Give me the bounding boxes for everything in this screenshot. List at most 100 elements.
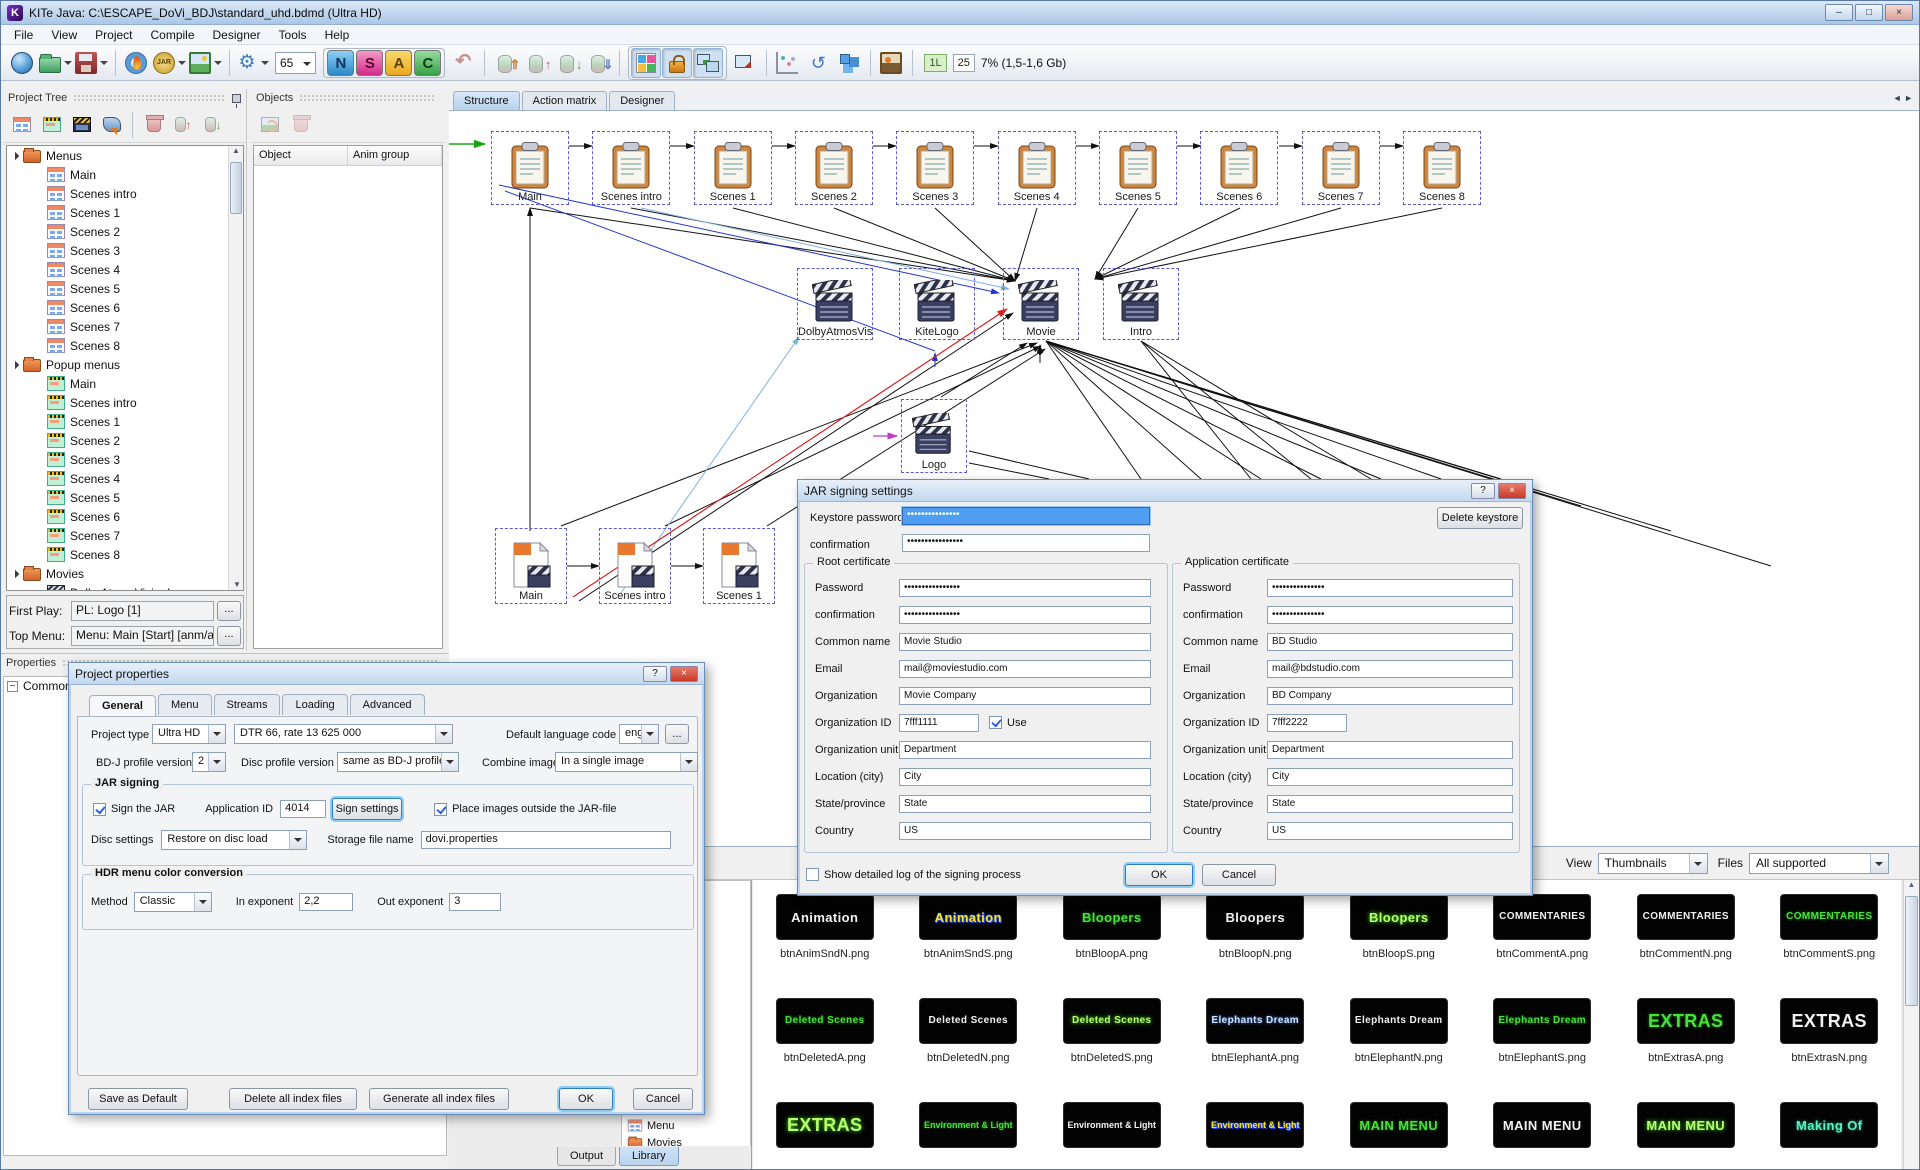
in-exponent-input[interactable]: 2,2 xyxy=(299,893,353,911)
logo-node[interactable]: Logo xyxy=(901,399,967,473)
button-image-thumbnail[interactable]: Making Of xyxy=(1780,1102,1878,1148)
menu-node[interactable]: Scenes intro xyxy=(592,131,670,205)
dialog-tab[interactable]: Streams xyxy=(214,694,281,715)
menu-node[interactable]: Scenes 1 xyxy=(694,131,772,205)
movie-node[interactable]: Movie xyxy=(1003,268,1079,340)
move-top-button[interactable]: ⇑ xyxy=(490,48,520,78)
side-list-item[interactable]: Movies xyxy=(622,1134,750,1146)
close-button[interactable]: × xyxy=(1885,4,1913,21)
menu-item[interactable]: Compile xyxy=(142,26,204,44)
dialog-tab[interactable]: Menu xyxy=(158,694,212,715)
menu-node[interactable]: Scenes 2 xyxy=(795,131,873,205)
move-item-down-button[interactable]: ↓ xyxy=(198,110,228,140)
files-filter-combo[interactable]: All supported xyxy=(1749,853,1889,874)
use-checkbox[interactable] xyxy=(989,716,1002,729)
tree-item[interactable]: Scenes 2 xyxy=(7,222,243,241)
state-letter-button[interactable]: N xyxy=(327,50,354,76)
minimize-button[interactable]: – xyxy=(1825,4,1853,21)
button-image-thumbnail[interactable]: Environment & Light xyxy=(1063,1102,1161,1148)
burn-disc-button[interactable] xyxy=(121,48,151,78)
library-item[interactable]: EXTRAS xyxy=(753,1088,897,1170)
field-input[interactable]: Department xyxy=(1267,741,1513,759)
field-input[interactable]: US xyxy=(1267,822,1513,840)
method-combo[interactable]: Classic xyxy=(134,892,212,912)
maximize-button[interactable]: □ xyxy=(1855,4,1883,21)
save-project-button[interactable] xyxy=(74,48,109,78)
pin-icon[interactable] xyxy=(232,94,241,103)
tree-item[interactable]: Scenes 1 xyxy=(7,203,243,222)
library-item[interactable]: Elephants Dream btnElephantS.png xyxy=(1471,984,1615,1088)
tree-item[interactable]: Scenes 8 xyxy=(7,545,243,564)
show-states-toggle[interactable] xyxy=(631,48,661,78)
view-mode-combo[interactable]: Thumbnails xyxy=(1598,853,1708,874)
link-objects-toggle[interactable] xyxy=(693,48,723,78)
help-button[interactable]: ? xyxy=(1471,483,1495,499)
side-list-item[interactable]: Menu xyxy=(622,1117,750,1134)
bdj-profile-combo[interactable]: 2 xyxy=(192,752,226,772)
button-image-thumbnail[interactable]: Bloopers xyxy=(1350,894,1448,940)
library-item[interactable]: Making Of xyxy=(1758,1088,1902,1170)
library-item[interactable]: Deleted Scenes btnDeletedS.png xyxy=(1040,984,1184,1088)
field-input[interactable]: City xyxy=(1267,768,1513,786)
state-letter-button[interactable]: C xyxy=(414,50,441,76)
background-image-button[interactable] xyxy=(876,48,906,78)
tree-item[interactable]: Scenes 8 xyxy=(7,336,243,355)
language-combo[interactable]: eng xyxy=(619,724,659,744)
menu-item[interactable]: Help xyxy=(316,26,359,44)
button-image-thumbnail[interactable]: Bloopers xyxy=(1063,894,1161,940)
popup-menu-node[interactable]: Scenes 1 xyxy=(703,528,775,604)
field-input[interactable]: US xyxy=(899,822,1151,840)
help-button[interactable]: ? xyxy=(643,666,667,682)
tree-item[interactable]: Scenes 7 xyxy=(7,526,243,545)
tree-item[interactable]: Main xyxy=(7,374,243,393)
disc-settings-combo[interactable]: Restore on disc load xyxy=(161,830,307,850)
delete-object-button[interactable] xyxy=(285,110,315,140)
popup-menu-node[interactable]: Main xyxy=(495,528,567,604)
canvas-tab[interactable]: Designer xyxy=(609,91,675,110)
button-image-thumbnail[interactable]: Deleted Scenes xyxy=(776,998,874,1044)
button-image-thumbnail[interactable]: COMMENTARIES xyxy=(1493,894,1591,940)
storage-file-input[interactable]: dovi.properties xyxy=(421,831,671,849)
tree-item[interactable]: Scenes 3 xyxy=(7,241,243,260)
add-movie-button[interactable] xyxy=(67,110,97,140)
language-more-button[interactable]: ... xyxy=(665,724,689,744)
button-image-thumbnail[interactable]: Elephants Dream xyxy=(1206,998,1304,1044)
lock-toggle[interactable] xyxy=(662,48,692,78)
tree-item[interactable]: Scenes 7 xyxy=(7,317,243,336)
tree-item[interactable]: Menus xyxy=(7,146,243,165)
dialog-close-button[interactable]: × xyxy=(670,666,698,682)
button-image-thumbnail[interactable]: EXTRAS xyxy=(1780,998,1878,1044)
sign-settings-button[interactable]: Sign settings xyxy=(332,798,402,820)
ok-button[interactable]: OK xyxy=(559,1088,613,1110)
add-popup-menu-button[interactable] xyxy=(37,110,67,140)
button-image-thumbnail[interactable]: MAIN MENU xyxy=(1637,1102,1735,1148)
field-input[interactable]: •••••••••••••••• xyxy=(899,579,1151,597)
menu-node[interactable]: Scenes 5 xyxy=(1099,131,1177,205)
build-jar-button[interactable]: JAR xyxy=(152,48,187,78)
button-image-thumbnail[interactable]: EXTRAS xyxy=(776,1102,874,1148)
library-item[interactable]: Environment & Light xyxy=(897,1088,1041,1170)
cancel-button[interactable]: Cancel xyxy=(633,1088,693,1110)
generate-all-index-button[interactable]: Generate all index files xyxy=(369,1088,509,1110)
settings-button[interactable]: ⚙ xyxy=(235,48,270,78)
undo-button[interactable]: ↶ xyxy=(448,48,478,78)
tree-item[interactable]: Scenes 1 xyxy=(7,412,243,431)
button-image-thumbnail[interactable]: Deleted Scenes xyxy=(919,998,1017,1044)
button-image-thumbnail[interactable]: Deleted Scenes xyxy=(1063,998,1161,1044)
button-image-thumbnail[interactable]: Elephants Dream xyxy=(1493,998,1591,1044)
export-images-button[interactable] xyxy=(188,48,223,78)
out-exponent-input[interactable]: 3 xyxy=(449,893,501,911)
tree-item[interactable]: Main xyxy=(7,165,243,184)
button-image-thumbnail[interactable]: Environment & Light xyxy=(919,1102,1017,1148)
bottom-tab[interactable]: Output xyxy=(557,1147,616,1166)
tree-item[interactable]: Scenes intro xyxy=(7,393,243,412)
tree-item[interactable]: Popup menus xyxy=(7,355,243,374)
show-log-checkbox[interactable] xyxy=(806,868,819,881)
movie-node[interactable]: DolbyAtmosVisionLogo xyxy=(797,268,873,340)
move-bottom-button[interactable]: ⇓ xyxy=(583,48,613,78)
menu-node[interactable]: Scenes 3 xyxy=(896,131,974,205)
cancel-button[interactable]: Cancel xyxy=(1202,864,1276,886)
tree-item[interactable]: Movies xyxy=(7,564,243,583)
bottom-tab[interactable]: Library xyxy=(619,1147,679,1166)
tree-item[interactable]: DolbyAtmosVisionLogo xyxy=(7,583,243,591)
